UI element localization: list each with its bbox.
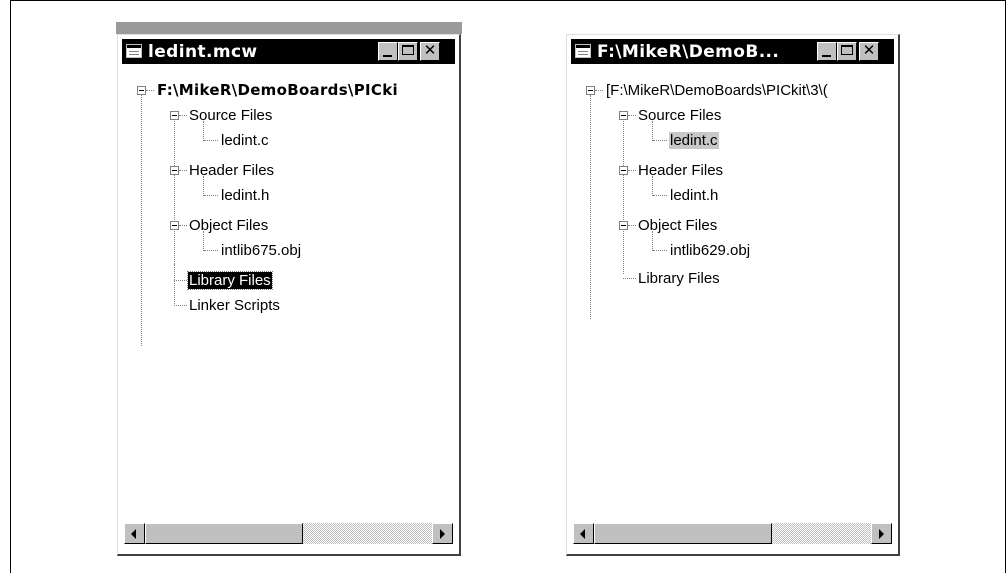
collapse-icon[interactable] bbox=[170, 111, 179, 120]
tree-item-label: Header Files bbox=[638, 162, 724, 179]
maximize-button[interactable] bbox=[398, 42, 418, 61]
tree-item-label: intlib629.obj bbox=[670, 242, 751, 259]
tree-item-library-files[interactable]: Library Files bbox=[187, 271, 273, 290]
tree-item-linker-scripts[interactable]: Linker Scripts bbox=[188, 296, 281, 315]
tree-root[interactable]: F:\MikeR\DemoBoards\PICki bbox=[156, 81, 399, 100]
tree-item-label: intlib675.obj bbox=[221, 242, 302, 259]
tree-root-label: [F:\MikeR\DemoBoards\PICkit\3\( bbox=[606, 82, 828, 99]
tree-connector bbox=[203, 121, 205, 141]
tree-connector bbox=[628, 115, 636, 117]
tree-item-label: Library Files bbox=[187, 271, 273, 290]
horizontal-scrollbar[interactable] bbox=[573, 523, 892, 544]
tree-connector bbox=[204, 250, 218, 252]
tree-connector bbox=[590, 95, 592, 319]
tree-item-label: Source Files bbox=[638, 107, 722, 124]
tree-root-label: F:\MikeR\DemoBoards\PICki bbox=[157, 81, 398, 99]
collapse-icon[interactable] bbox=[619, 221, 628, 230]
scroll-thumb[interactable] bbox=[594, 523, 772, 544]
collapse-icon[interactable] bbox=[170, 221, 179, 230]
tree-connector bbox=[653, 140, 667, 142]
tree-item-label: ledint.c bbox=[221, 132, 269, 149]
tree-item-object-file[interactable]: intlib629.obj bbox=[669, 241, 751, 260]
tree-connector bbox=[652, 121, 654, 141]
project-tree[interactable]: F:\MikeR\DemoBoards\PICki Source Files l… bbox=[124, 66, 453, 518]
tree-connector bbox=[174, 114, 176, 264]
tree-item-source-file[interactable]: ledint.c bbox=[669, 131, 719, 150]
tree-item-label: ledint.c bbox=[669, 132, 719, 149]
tree-connector bbox=[623, 278, 636, 280]
tree-connector bbox=[652, 231, 654, 251]
collapse-icon[interactable] bbox=[137, 86, 146, 95]
scroll-left-button[interactable] bbox=[124, 523, 145, 544]
tree-item-label: Library Files bbox=[638, 270, 720, 287]
minimize-button[interactable] bbox=[817, 42, 837, 61]
tree-connector bbox=[653, 250, 667, 252]
tree-connector bbox=[204, 195, 218, 197]
scroll-right-button[interactable] bbox=[432, 523, 453, 544]
scroll-left-button[interactable] bbox=[573, 523, 594, 544]
title-bar[interactable]: ledint.mcw ✕ bbox=[122, 39, 455, 64]
tree-connector bbox=[141, 95, 143, 346]
collapse-icon[interactable] bbox=[586, 86, 595, 95]
tree-item-label: Object Files bbox=[189, 217, 269, 234]
project-window-right[interactable]: F:\MikeR\DemoB... ✕ [F:\MikeR\DemoBoards… bbox=[566, 34, 900, 556]
horizontal-scrollbar[interactable] bbox=[124, 523, 453, 544]
project-window-left[interactable]: ledint.mcw ✕ F:\MikeR\DemoBoards\PICki S… bbox=[116, 22, 462, 556]
tree-item-header-files[interactable]: Header Files bbox=[188, 161, 275, 180]
tree-item-label: Source Files bbox=[189, 107, 273, 124]
tree-connector bbox=[628, 225, 636, 227]
project-tree[interactable]: [F:\MikeR\DemoBoards\PICkit\3\( Source F… bbox=[573, 66, 892, 518]
tree-connector bbox=[179, 115, 187, 117]
tree-item-header-files[interactable]: Header Files bbox=[637, 161, 724, 180]
tree-connector bbox=[204, 140, 218, 142]
scroll-thumb[interactable] bbox=[145, 523, 303, 544]
tree-connector bbox=[146, 90, 154, 92]
collapse-icon[interactable] bbox=[170, 166, 179, 175]
window-top-band bbox=[116, 22, 462, 34]
tree-item-object-files[interactable]: Object Files bbox=[637, 216, 718, 235]
tree-connector bbox=[174, 305, 187, 307]
tree-connector bbox=[203, 231, 205, 251]
tree-connector bbox=[628, 170, 636, 172]
tree-item-label: Object Files bbox=[638, 217, 718, 234]
close-button[interactable]: ✕ bbox=[859, 42, 879, 61]
tree-connector bbox=[179, 225, 187, 227]
tree-item-library-files[interactable]: Library Files bbox=[637, 269, 721, 288]
scroll-right-button[interactable] bbox=[871, 523, 892, 544]
tree-root[interactable]: [F:\MikeR\DemoBoards\PICkit\3\( bbox=[605, 81, 829, 100]
tree-connector bbox=[623, 114, 625, 274]
tree-item-source-files[interactable]: Source Files bbox=[637, 106, 722, 125]
tree-connector bbox=[174, 264, 176, 306]
close-button[interactable]: ✕ bbox=[420, 42, 440, 61]
tree-item-source-file[interactable]: ledint.c bbox=[220, 131, 270, 150]
collapse-icon[interactable] bbox=[619, 166, 628, 175]
minimize-button[interactable] bbox=[378, 42, 398, 61]
maximize-button[interactable] bbox=[837, 42, 857, 61]
tree-item-label: Linker Scripts bbox=[189, 297, 280, 314]
tree-item-label: Header Files bbox=[189, 162, 275, 179]
window-icon[interactable] bbox=[126, 44, 142, 58]
window-title: F:\MikeR\DemoB... bbox=[597, 42, 780, 62]
tree-item-object-file[interactable]: intlib675.obj bbox=[220, 241, 302, 260]
tree-connector bbox=[653, 195, 667, 197]
tree-item-source-files[interactable]: Source Files bbox=[188, 106, 273, 125]
window-icon[interactable] bbox=[575, 44, 591, 58]
collapse-icon[interactable] bbox=[619, 111, 628, 120]
tree-connector bbox=[179, 170, 187, 172]
tree-item-label: ledint.h bbox=[221, 187, 270, 204]
tree-item-header-file[interactable]: ledint.h bbox=[220, 186, 270, 205]
tree-item-label: ledint.h bbox=[670, 187, 719, 204]
tree-item-header-file[interactable]: ledint.h bbox=[669, 186, 719, 205]
window-title: ledint.mcw bbox=[148, 42, 258, 62]
tree-connector bbox=[652, 176, 654, 196]
tree-connector bbox=[595, 90, 603, 92]
title-bar[interactable]: F:\MikeR\DemoB... ✕ bbox=[571, 39, 894, 64]
tree-connector bbox=[203, 176, 205, 196]
tree-item-object-files[interactable]: Object Files bbox=[188, 216, 269, 235]
